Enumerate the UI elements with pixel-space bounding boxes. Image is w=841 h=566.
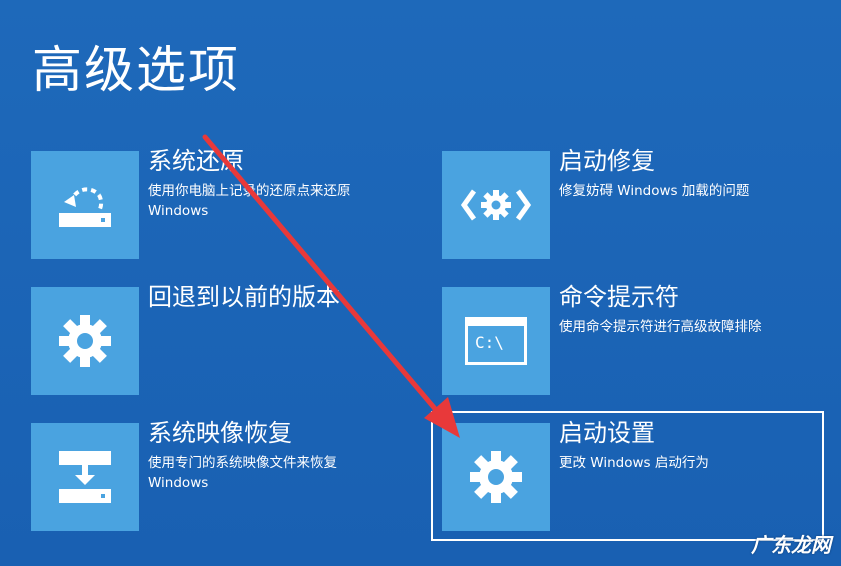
option-tile[interactable]: C:\: [442, 287, 550, 395]
option-startup-settings[interactable]: 启动设置 更改 Windows 启动行为: [442, 419, 827, 531]
advanced-options-screen: 高级选项 系统还原 使用你电脑上记录的还原点来还原 Windows 启动修复 修…: [0, 0, 841, 566]
system-restore-icon: [59, 187, 111, 227]
command-prompt-icon-text: C:\: [475, 333, 504, 352]
option-title: 系统映像恢复: [148, 419, 292, 447]
option-title: 启动修复: [559, 147, 655, 175]
option-title: 命令提示符: [559, 283, 679, 311]
option-command-prompt[interactable]: C:\ 命令提示符 使用命令提示符进行高级故障排除: [442, 283, 827, 395]
option-system-restore[interactable]: 系统还原 使用你电脑上记录的还原点来还原 Windows: [31, 147, 416, 259]
option-title: 回退到以前的版本: [148, 283, 340, 311]
option-description: 修复妨碍 Windows 加载的问题: [559, 183, 750, 199]
option-tile[interactable]: [442, 423, 550, 531]
gear-icon: [59, 315, 111, 367]
option-startup-repair[interactable]: 启动修复 修复妨碍 Windows 加载的问题: [442, 147, 827, 259]
page-title: 高级选项: [32, 41, 240, 99]
option-description: 更改 Windows 启动行为: [559, 455, 709, 471]
system-image-recovery-icon: [59, 451, 111, 503]
option-title: 启动设置: [559, 419, 655, 447]
option-go-back[interactable]: 回退到以前的版本: [31, 283, 416, 395]
option-tile[interactable]: [31, 151, 139, 259]
startup-repair-icon: [460, 189, 532, 221]
option-tile[interactable]: [442, 151, 550, 259]
option-tile[interactable]: [31, 423, 139, 531]
gear-icon: [470, 451, 522, 503]
option-description: 使用专门的系统映像文件来恢复 Windows: [148, 455, 337, 491]
option-tile[interactable]: [31, 287, 139, 395]
option-system-image-recovery[interactable]: 系统映像恢复 使用专门的系统映像文件来恢复 Windows: [31, 419, 416, 531]
watermark: 广东龙网: [751, 533, 831, 557]
option-title: 系统还原: [148, 147, 244, 175]
option-description: 使用命令提示符进行高级故障排除: [559, 319, 762, 335]
command-prompt-icon: C:\: [465, 317, 527, 365]
option-description: 使用你电脑上记录的还原点来还原 Windows: [148, 183, 351, 219]
